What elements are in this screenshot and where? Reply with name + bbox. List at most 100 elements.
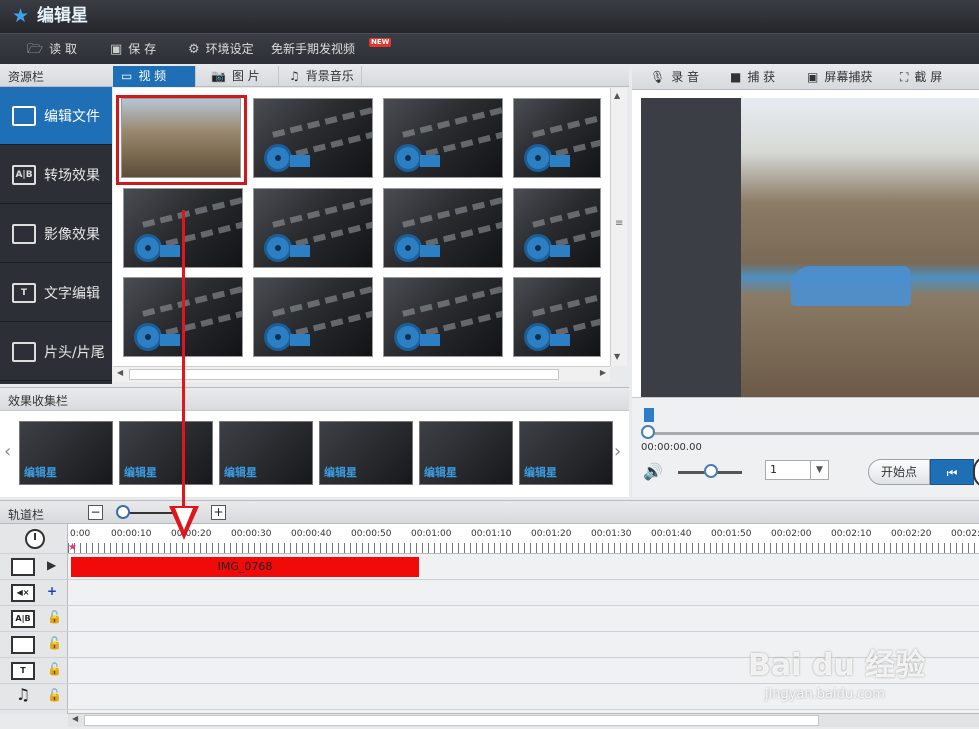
track-row-music: ♫ 🔓	[0, 684, 68, 710]
lock-icon[interactable]: 🔓	[47, 662, 62, 676]
ruler-label: 00:00:50	[351, 529, 392, 539]
media-thumb-placeholder[interactable]	[383, 188, 503, 268]
seek-bar[interactable]	[646, 432, 979, 435]
capture-toolbar: 🎙 录 音 ■ 捕 获 ▣ 屏幕捕获 ⛶ 截 屏	[632, 64, 979, 90]
tab-music[interactable]: ♫ 背景音乐	[281, 66, 362, 87]
film-reel-icon	[134, 234, 162, 262]
effect-thumb[interactable]: 编辑星	[219, 421, 313, 485]
timeline-scroll-thumb[interactable]	[84, 715, 819, 726]
audio-lane[interactable]	[68, 580, 979, 606]
expand-arrow-icon[interactable]: ▶	[47, 558, 56, 572]
effect-thumb[interactable]: 编辑星	[519, 421, 613, 485]
chevron-down-icon[interactable]: ▼	[810, 461, 828, 479]
media-thumb-placeholder[interactable]	[383, 277, 503, 357]
video-lane[interactable]: IMG_0768	[68, 554, 979, 580]
scroll-left-icon[interactable]: ◀	[72, 714, 78, 723]
seek-marker[interactable]	[644, 408, 654, 422]
media-thumb-placeholder[interactable]	[513, 98, 601, 178]
playhead-icon[interactable]: ★	[68, 542, 77, 553]
ruler-label: 00:01:10	[471, 529, 512, 539]
resource-title: 资源栏	[8, 70, 45, 84]
timeline-scrollbar[interactable]: ◀	[68, 713, 979, 727]
save-button[interactable]: ▣ 保 存	[110, 41, 156, 58]
text-track-icon: T	[11, 662, 35, 680]
track-row-transition: A|B 🔓	[0, 606, 68, 632]
scroll-up-icon[interactable]: ▲	[614, 91, 620, 100]
gear-icon: ⚙	[188, 42, 200, 57]
scroll-down-icon[interactable]: ▼	[614, 352, 620, 361]
media-thumb-placeholder[interactable]	[383, 98, 503, 178]
chevron-right-icon[interactable]: ›	[614, 441, 621, 462]
clock-icon	[25, 529, 45, 549]
tab-image[interactable]: 📷 图 片	[203, 66, 279, 87]
media-thumb-placeholder[interactable]	[253, 188, 373, 268]
scroll-right-icon[interactable]: ▶	[600, 368, 606, 377]
scroll-thumb[interactable]	[129, 369, 559, 380]
media-thumb-placeholder[interactable]	[513, 188, 601, 268]
track-row-video: ▶	[0, 554, 68, 580]
media-thumb-placeholder[interactable]	[253, 98, 373, 178]
chevron-left-icon[interactable]: ‹	[4, 441, 11, 462]
save-icon: ▣	[110, 42, 123, 57]
media-thumb-placeholder[interactable]	[513, 277, 601, 357]
sidebar-item-edit-file[interactable]: 编辑文件	[0, 87, 112, 145]
effect-track-icon	[11, 636, 35, 654]
effect-thumb[interactable]: 编辑星	[419, 421, 513, 485]
star-icon: ★	[12, 5, 30, 27]
capture-button[interactable]: ■ 捕 获	[730, 68, 775, 86]
speed-select[interactable]: 1 ▼	[765, 460, 829, 480]
zoom-knob[interactable]	[116, 505, 130, 519]
media-grid-horizontal-scrollbar[interactable]: ◀ ▶	[113, 366, 610, 382]
ruler-label: 0:00	[70, 529, 91, 539]
ruler-label: 00:01:20	[531, 529, 572, 539]
screenshot-button[interactable]: ⛶ 截 屏	[900, 68, 942, 86]
volume-knob[interactable]	[704, 464, 718, 478]
lock-icon[interactable]: 🔓	[47, 688, 62, 702]
watermark-url: jingyan.baidu.com	[765, 687, 885, 702]
scroll-left-icon[interactable]: ◀	[117, 368, 123, 377]
film-reel-icon	[524, 323, 552, 351]
ruler-label: 00:01:00	[411, 529, 452, 539]
timeline-clip[interactable]: IMG_0768	[71, 557, 419, 577]
screen-capture-button[interactable]: ▣ 屏幕捕获	[807, 68, 872, 86]
video-camera-icon: ■	[730, 70, 742, 84]
rewind-button[interactable]: ⏮	[930, 459, 974, 485]
sidebar-item-text-edit[interactable]: T 文字编辑	[0, 264, 112, 322]
sidebar-item-intro-outro[interactable]: 片头/片尾	[0, 323, 112, 381]
film-reel-icon	[134, 323, 162, 351]
lock-icon[interactable]: 🔓	[47, 610, 62, 624]
ruler-label: 00:01:50	[711, 529, 752, 539]
skip-back-icon: ⏮	[946, 466, 958, 480]
camera-icon: 📷	[211, 69, 226, 83]
timecode: 00:00:00.00	[641, 442, 702, 453]
sidebar-item-transition[interactable]: A|B 转场效果	[0, 146, 112, 204]
clock-row	[0, 524, 68, 554]
start-point-button[interactable]: 开始点	[868, 459, 930, 485]
add-track-icon[interactable]: +	[47, 584, 57, 598]
effect-thumb[interactable]: 编辑星	[119, 421, 213, 485]
open-button[interactable]: 🗁 读 取	[27, 41, 77, 58]
ruler-ticks	[68, 543, 979, 553]
zoom-out-button[interactable]: −	[88, 505, 103, 520]
ruler-label: 00:00:40	[291, 529, 332, 539]
track-row-effect: 🔓	[0, 632, 68, 658]
record-audio-button[interactable]: 🎙 录 音	[650, 68, 699, 86]
effect-thumb[interactable]: 编辑星	[19, 421, 113, 485]
lock-icon[interactable]: 🔓	[47, 636, 62, 650]
seek-knob[interactable]	[641, 425, 655, 439]
media-grid-vertical-scrollbar[interactable]: ▲ ≡ ▼	[610, 88, 627, 366]
film-reel-icon	[264, 234, 292, 262]
free-publish-link[interactable]: 免新手期发视频	[271, 41, 355, 58]
tab-video[interactable]: ▭ 视 频	[113, 66, 196, 87]
media-thumb-placeholder[interactable]	[253, 277, 373, 357]
transition-lane[interactable]	[68, 606, 979, 632]
app-title: 编辑星	[37, 6, 88, 26]
timeline-ruler[interactable]: 0:00 00:00:10 00:00:20 00:00:30 00:00:40…	[68, 524, 979, 554]
music-note-icon: ♫	[289, 69, 300, 83]
sidebar-item-image-effect[interactable]: 影像效果	[0, 205, 112, 263]
player-controls: 00:00:00.00 🔊 1 ▼ 开始点 ⏮	[632, 397, 979, 497]
volume-icon[interactable]: 🔊	[643, 462, 663, 481]
effect-thumb[interactable]: 编辑星	[319, 421, 413, 485]
settings-button[interactable]: ⚙ 环境设定	[188, 41, 254, 58]
zoom-in-button[interactable]: +	[211, 505, 226, 520]
